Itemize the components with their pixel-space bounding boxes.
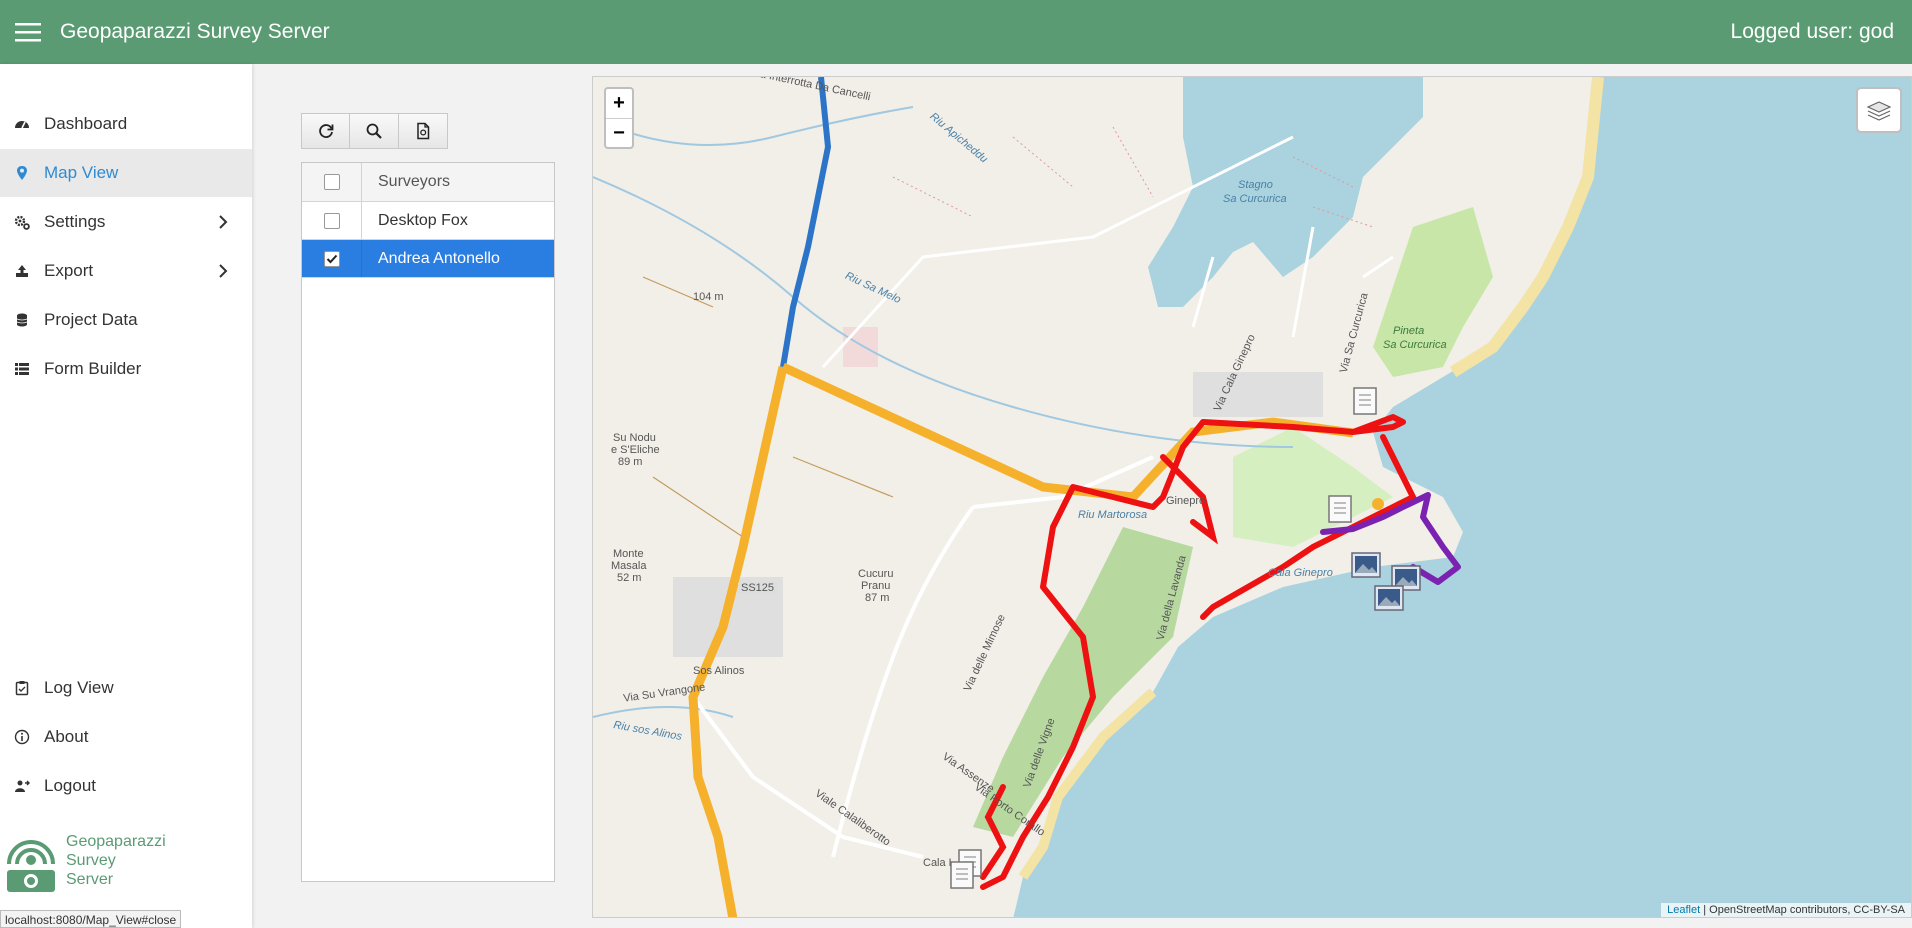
leaflet-link[interactable]: Leaflet [1667, 904, 1700, 916]
row-checkbox[interactable] [323, 212, 340, 229]
map-label: Pranu [861, 580, 891, 592]
sidebar-item-label: Logout [44, 776, 96, 795]
surveyor-name: Andrea Antonello [378, 249, 500, 267]
sidebar-item-label: Dashboard [44, 114, 128, 133]
database-icon [12, 310, 32, 330]
refresh-icon [318, 124, 333, 138]
export-document-button[interactable] [399, 113, 448, 149]
search-icon [366, 123, 382, 139]
layers-button[interactable] [1856, 87, 1902, 133]
sidebar-item-form-builder[interactable]: Form Builder [0, 345, 252, 393]
sidebar-item-label: Log View [44, 678, 114, 697]
sidebar-item-export[interactable]: Export [0, 247, 252, 295]
sidebar-item-project-data[interactable]: Project Data [0, 296, 252, 344]
map-label: Riu Martorosa [1078, 509, 1148, 521]
app-title: Geopaparazzi Survey Server [60, 20, 330, 43]
attribution-text: | OpenStreetMap contributors, CC-BY-SA [1700, 904, 1905, 916]
map-pin-icon [12, 163, 32, 183]
info-icon [12, 727, 32, 747]
map-toolbar [301, 113, 448, 149]
map-label: e S'Eliche [611, 444, 660, 456]
sidebar-item-log-view[interactable]: Log View [0, 664, 252, 712]
map-label: Masala [611, 560, 647, 572]
column-header-surveyors: Surveyors [378, 173, 451, 190]
sidebar-item-logout[interactable]: Logout [0, 762, 252, 810]
surveyors-table: Surveyors Desktop Fox Andrea Antonello [301, 162, 555, 882]
image-marker-icon[interactable] [1350, 551, 1382, 579]
map-label: Sos Alinos [693, 665, 745, 677]
zoom-in-button[interactable]: + [606, 89, 632, 118]
select-all-checkbox[interactable] [323, 174, 340, 190]
sidebar-item-label: Form Builder [44, 359, 142, 378]
zoom-control: + − [604, 87, 634, 149]
sidebar: Dashboard Map View Settings Export Proje… [0, 64, 252, 928]
row-checkbox[interactable] [323, 250, 340, 267]
hamburger-menu-icon[interactable] [0, 0, 56, 64]
map-label: 87 m [865, 592, 890, 604]
export-icon [12, 261, 32, 281]
table-row[interactable]: Desktop Fox [302, 202, 554, 240]
document-icon [417, 122, 430, 140]
geopaparazzi-logo-icon [7, 840, 55, 892]
map-label: Sa Curcurica [1383, 339, 1447, 351]
zoom-to-data-button[interactable] [350, 113, 399, 149]
table-header: Surveyors [302, 163, 554, 202]
sidebar-item-label: Map View [44, 163, 119, 182]
map-label: 52 m [617, 572, 642, 584]
note-marker-icon[interactable] [948, 859, 976, 891]
brand-text-line: Survey [66, 852, 116, 869]
map-label: Sa Curcurica [1223, 193, 1287, 205]
refresh-button[interactable] [301, 113, 350, 149]
map-label: Cucuru [858, 568, 894, 580]
checkmark-icon [326, 254, 337, 263]
image-marker-icon[interactable] [1373, 584, 1405, 612]
brand-text-line: Server [66, 871, 114, 888]
map-label: 104 m [693, 291, 724, 303]
chevron-right-icon [219, 264, 228, 278]
surveyor-name: Desktop Fox [378, 211, 468, 229]
sidebar-item-map-view[interactable]: Map View [0, 149, 252, 197]
sidebar-item-settings[interactable]: Settings [0, 198, 252, 246]
map-label: 89 m [618, 456, 643, 468]
browser-status-url: localhost:8080/Map_View#close [0, 910, 182, 928]
top-app-bar: Geopaparazzi Survey Server Logged user: … [0, 0, 1912, 64]
logout-icon [12, 776, 32, 796]
map-attribution: Leaflet | OpenStreetMap contributors, CC… [1661, 903, 1911, 917]
map-view[interactable]: Strada Interrotta Da Cancelli Riu Apiche… [592, 76, 1912, 918]
sidebar-item-label: Export [44, 261, 94, 280]
note-marker-icon[interactable] [1351, 385, 1379, 417]
chevron-right-icon [219, 215, 228, 229]
sidebar-item-dashboard[interactable]: Dashboard [0, 100, 252, 148]
brand-text-line: Geopaparazzi [66, 833, 166, 850]
map-label: Ginepro [1166, 495, 1206, 507]
sidebar-item-label: About [44, 727, 89, 746]
list-icon [12, 359, 32, 379]
gears-icon [12, 212, 32, 232]
table-row[interactable]: Andrea Antonello [302, 240, 554, 278]
sidebar-item-label: Settings [44, 212, 106, 231]
dashboard-icon [12, 114, 32, 134]
zoom-out-button[interactable]: − [606, 118, 632, 147]
map-label: Monte [613, 548, 644, 560]
map-label: Pineta [1393, 325, 1425, 337]
sidebar-item-label: Project Data [44, 310, 138, 329]
sidebar-item-about[interactable]: About [0, 713, 252, 761]
map-label: Stagno [1238, 179, 1273, 191]
note-marker-icon[interactable] [1326, 493, 1354, 525]
layers-icon [1866, 101, 1892, 121]
map-label: Su Nodu [613, 432, 656, 444]
map-label: Cala Ginepro [1268, 567, 1333, 579]
road-shield: SS125 [738, 582, 778, 594]
brand-logo: Geopaparazzi Survey Server [4, 830, 244, 894]
logged-user-label: Logged user: god [1730, 20, 1894, 43]
clipboard-icon [12, 678, 32, 698]
